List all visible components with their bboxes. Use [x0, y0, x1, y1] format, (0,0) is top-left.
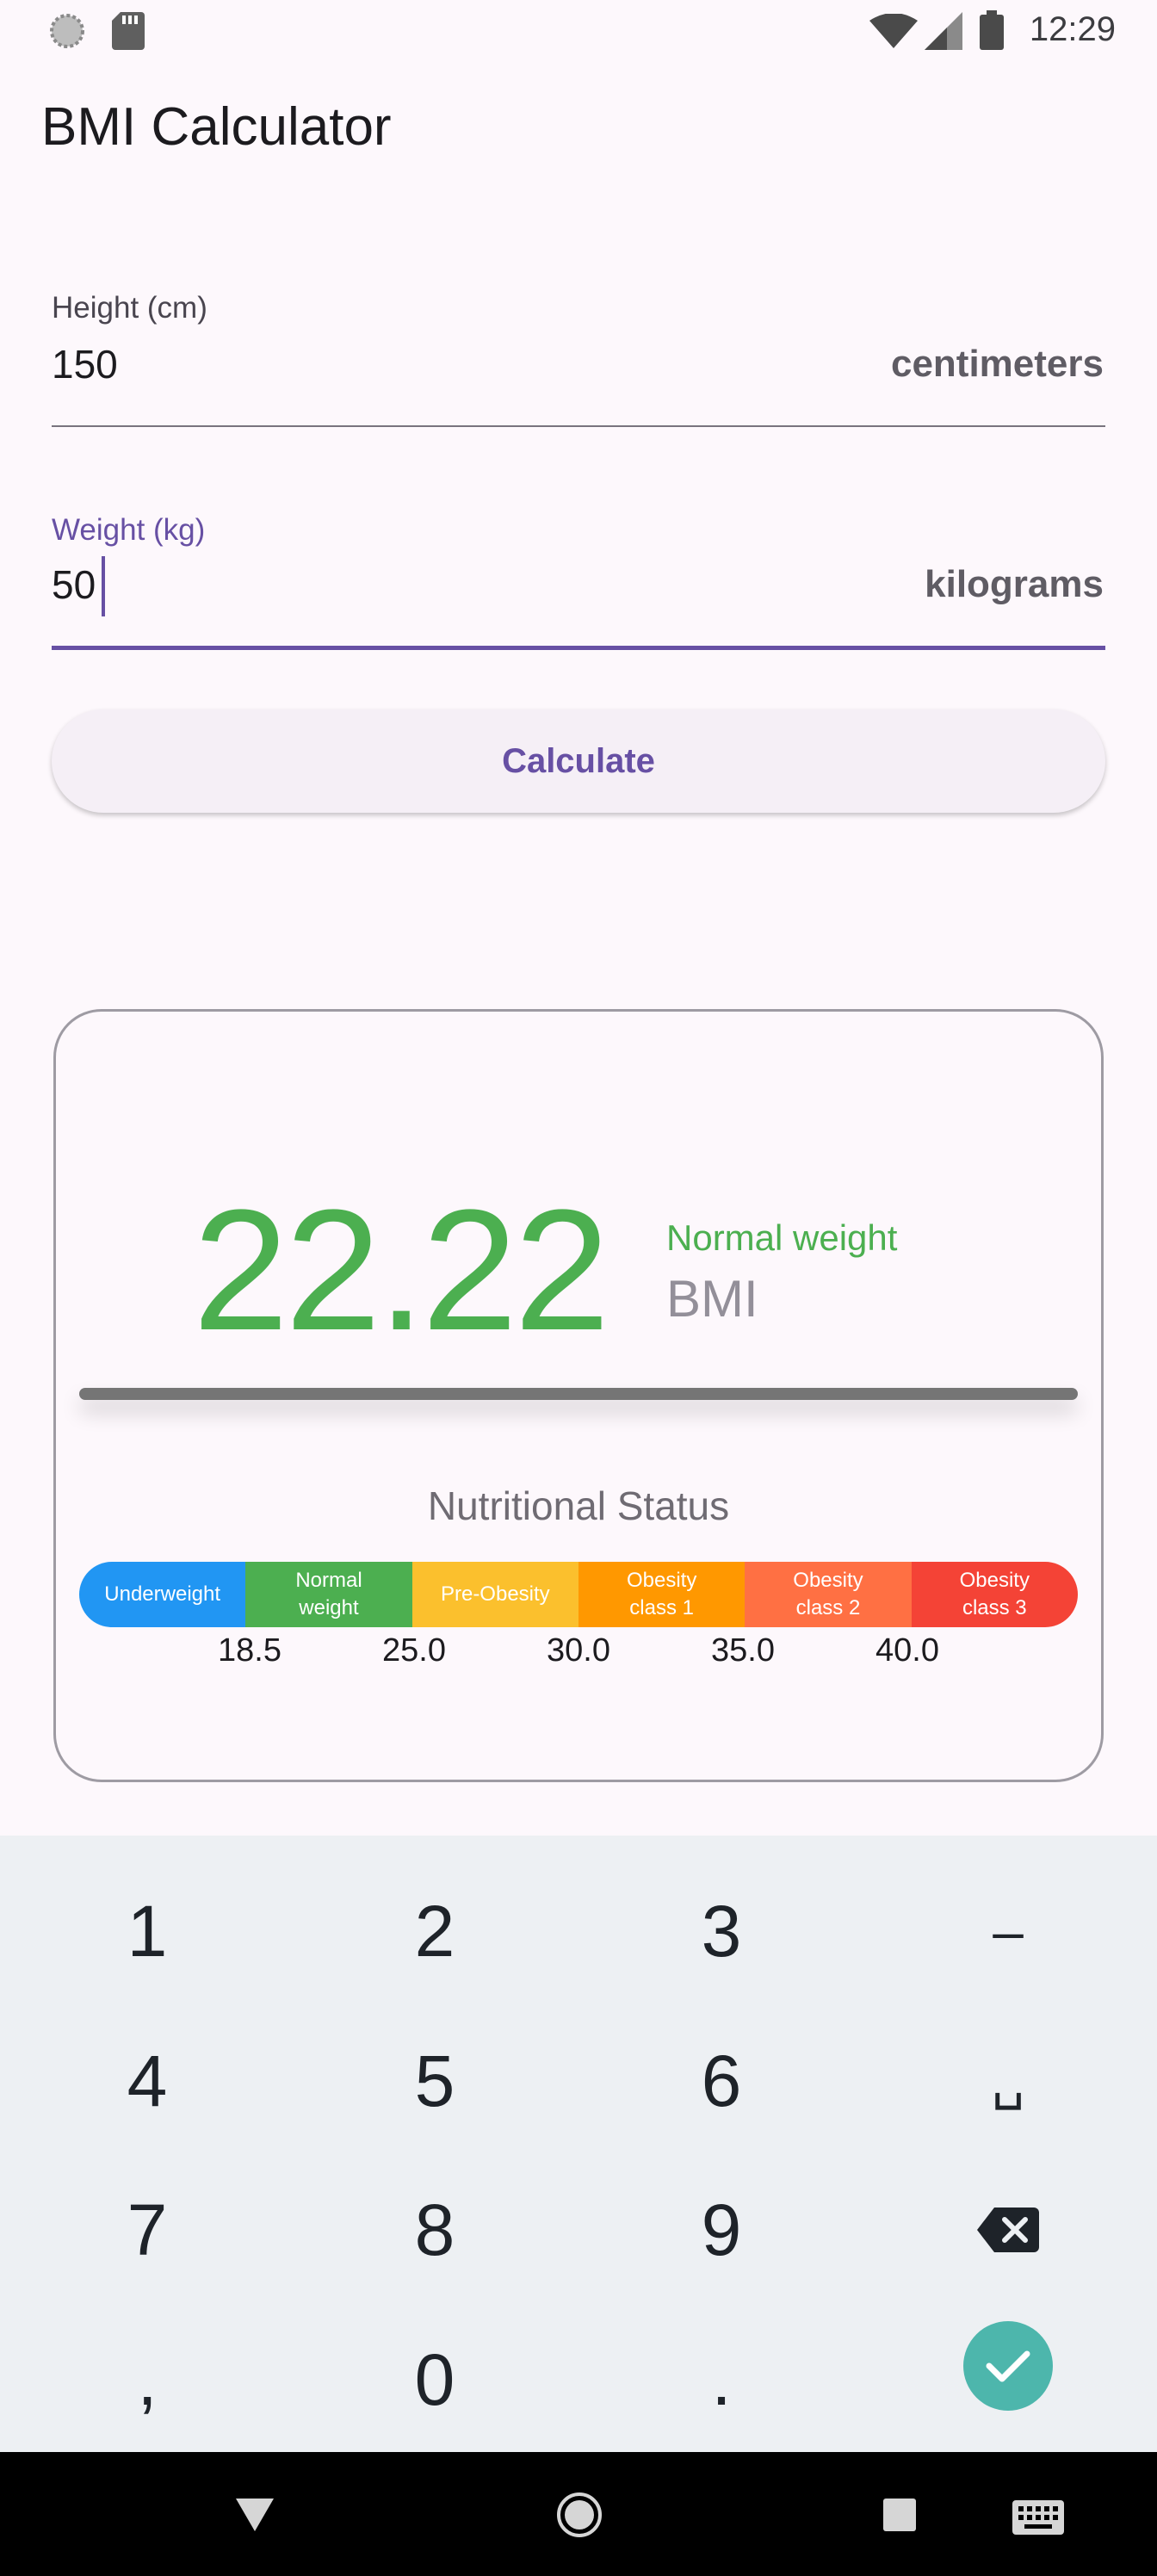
scale-segment-pre-obesity: Pre-Obesity: [411, 1562, 578, 1627]
height-unit-suffix: centimeters: [890, 343, 1104, 385]
key-3[interactable]: 3: [635, 1867, 807, 1996]
recents-icon[interactable]: [883, 2499, 916, 2531]
cell-signal-icon: [925, 12, 962, 50]
scale-segment-obesity-3: Obesity class 3: [911, 1562, 1078, 1627]
bmi-scale-bar: Underweight Normal weight Pre-Obesity Ob…: [79, 1562, 1078, 1627]
scale-segment-normal: Normal weight: [245, 1562, 412, 1627]
home-icon[interactable]: [556, 2492, 603, 2538]
weight-unit-suffix: kilograms: [925, 563, 1104, 605]
threshold-label: 40.0: [875, 1632, 939, 1669]
scale-segment-obesity-1: Obesity class 1: [578, 1562, 746, 1627]
sd-card-icon: [112, 12, 145, 50]
nutritional-status-title: Nutritional Status: [427, 1483, 730, 1528]
key-1[interactable]: 1: [61, 1867, 233, 1996]
battery-icon: [980, 10, 1004, 50]
weight-label: Weight (kg): [52, 513, 206, 547]
key-backspace[interactable]: [922, 2165, 1094, 2294]
wifi-icon: [869, 14, 918, 48]
backspace-icon: [977, 2208, 1039, 2252]
key-8[interactable]: 8: [349, 2165, 521, 2294]
back-icon[interactable]: [236, 2499, 274, 2531]
height-label: Height (cm): [52, 291, 207, 325]
loading-circle-icon: [50, 14, 84, 48]
bmi-value: 22.22: [193, 1174, 609, 1366]
height-underline: [52, 425, 1105, 427]
key-space[interactable]: ␣: [922, 2016, 1094, 2146]
text-cursor: [102, 556, 105, 616]
scale-segment-underweight: Underweight: [79, 1562, 246, 1627]
threshold-label: 18.5: [218, 1632, 282, 1669]
key-6[interactable]: 6: [635, 2016, 807, 2146]
scale-segment-obesity-2: Obesity class 2: [745, 1562, 912, 1627]
bmi-category: Normal weight: [666, 1217, 898, 1258]
key-period[interactable]: .: [635, 2315, 807, 2444]
weight-underline: [52, 646, 1105, 650]
key-comma[interactable]: ,: [61, 2315, 233, 2444]
key-5[interactable]: 5: [349, 2016, 521, 2146]
app-title: BMI Calculator: [41, 97, 392, 157]
key-9[interactable]: 9: [635, 2165, 807, 2294]
threshold-label: 30.0: [547, 1632, 610, 1669]
weight-input[interactable]: 50: [52, 561, 96, 608]
bmi-unit-label: BMI: [666, 1270, 758, 1328]
keyboard-switch-icon[interactable]: [1012, 2500, 1064, 2535]
height-input[interactable]: 150: [52, 341, 118, 387]
key-0[interactable]: 0: [349, 2315, 521, 2444]
confirm-key[interactable]: [963, 2321, 1053, 2411]
key-7[interactable]: 7: [61, 2165, 233, 2294]
system-nav-bar: [0, 2452, 1157, 2576]
status-time: 12:29: [1029, 10, 1116, 48]
calculate-button[interactable]: Calculate: [52, 709, 1105, 813]
key-minus[interactable]: –: [922, 1867, 1094, 1996]
key-2[interactable]: 2: [349, 1867, 521, 1996]
status-bar: 12:29: [0, 0, 1157, 62]
key-4[interactable]: 4: [61, 2016, 233, 2146]
check-icon: [986, 2350, 1030, 2382]
threshold-label: 35.0: [711, 1632, 775, 1669]
threshold-label: 25.0: [382, 1632, 446, 1669]
result-divider: [79, 1388, 1078, 1400]
